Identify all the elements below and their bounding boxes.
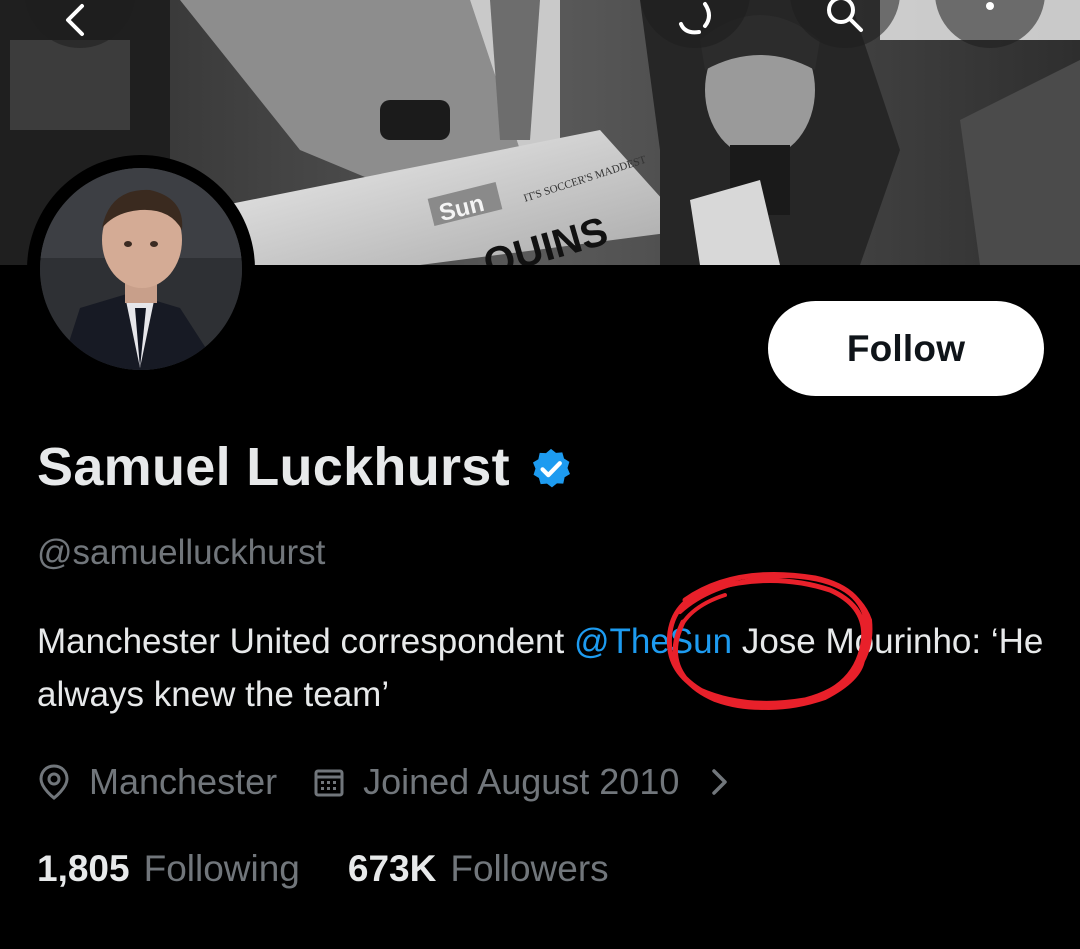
followers-label: Followers bbox=[450, 848, 609, 889]
location: Manchester bbox=[37, 761, 277, 803]
chevron-right-icon bbox=[712, 769, 728, 795]
followers-count: 673K bbox=[347, 848, 437, 889]
retweet-icon bbox=[679, 2, 711, 35]
bio: Manchester United correspondent @TheSun … bbox=[37, 615, 1047, 721]
following-count: 1,805 bbox=[37, 848, 130, 889]
avatar[interactable] bbox=[27, 155, 255, 383]
back-arrow-icon bbox=[66, 4, 84, 36]
avatar-image bbox=[40, 168, 242, 370]
follow-button[interactable]: Follow bbox=[768, 301, 1044, 396]
following-label: Following bbox=[143, 848, 300, 889]
location-pin-icon bbox=[39, 764, 69, 800]
location-text: Manchester bbox=[89, 761, 278, 802]
calendar-icon bbox=[314, 769, 344, 797]
profile-meta-row: Manchester Joined August 2010 bbox=[37, 755, 749, 809]
display-name: Samuel Luckhurst bbox=[37, 437, 510, 497]
profile-page: Sun QUINS IT'S SOCCER'S MADDEST Follow S… bbox=[0, 0, 1080, 949]
followers-stat-link[interactable]: 673K Followers bbox=[348, 848, 609, 890]
joined-date[interactable]: Joined August 2010 bbox=[313, 761, 749, 803]
following-stat-link[interactable]: 1,805 Following bbox=[37, 848, 300, 890]
follow-stats-row: 1,805 Following 673K Followers bbox=[37, 842, 609, 896]
name-row: Samuel Luckhurst bbox=[37, 432, 574, 502]
handle: @samuelluckhurst bbox=[37, 533, 326, 572]
bio-mention-link[interactable]: @TheSun bbox=[574, 622, 732, 661]
verified-badge-icon[interactable] bbox=[528, 446, 574, 492]
joined-text: Joined August 2010 bbox=[363, 761, 680, 802]
search-icon bbox=[827, 0, 863, 32]
more-icon bbox=[986, 2, 994, 10]
bio-text: Manchester United correspondent bbox=[37, 622, 574, 661]
